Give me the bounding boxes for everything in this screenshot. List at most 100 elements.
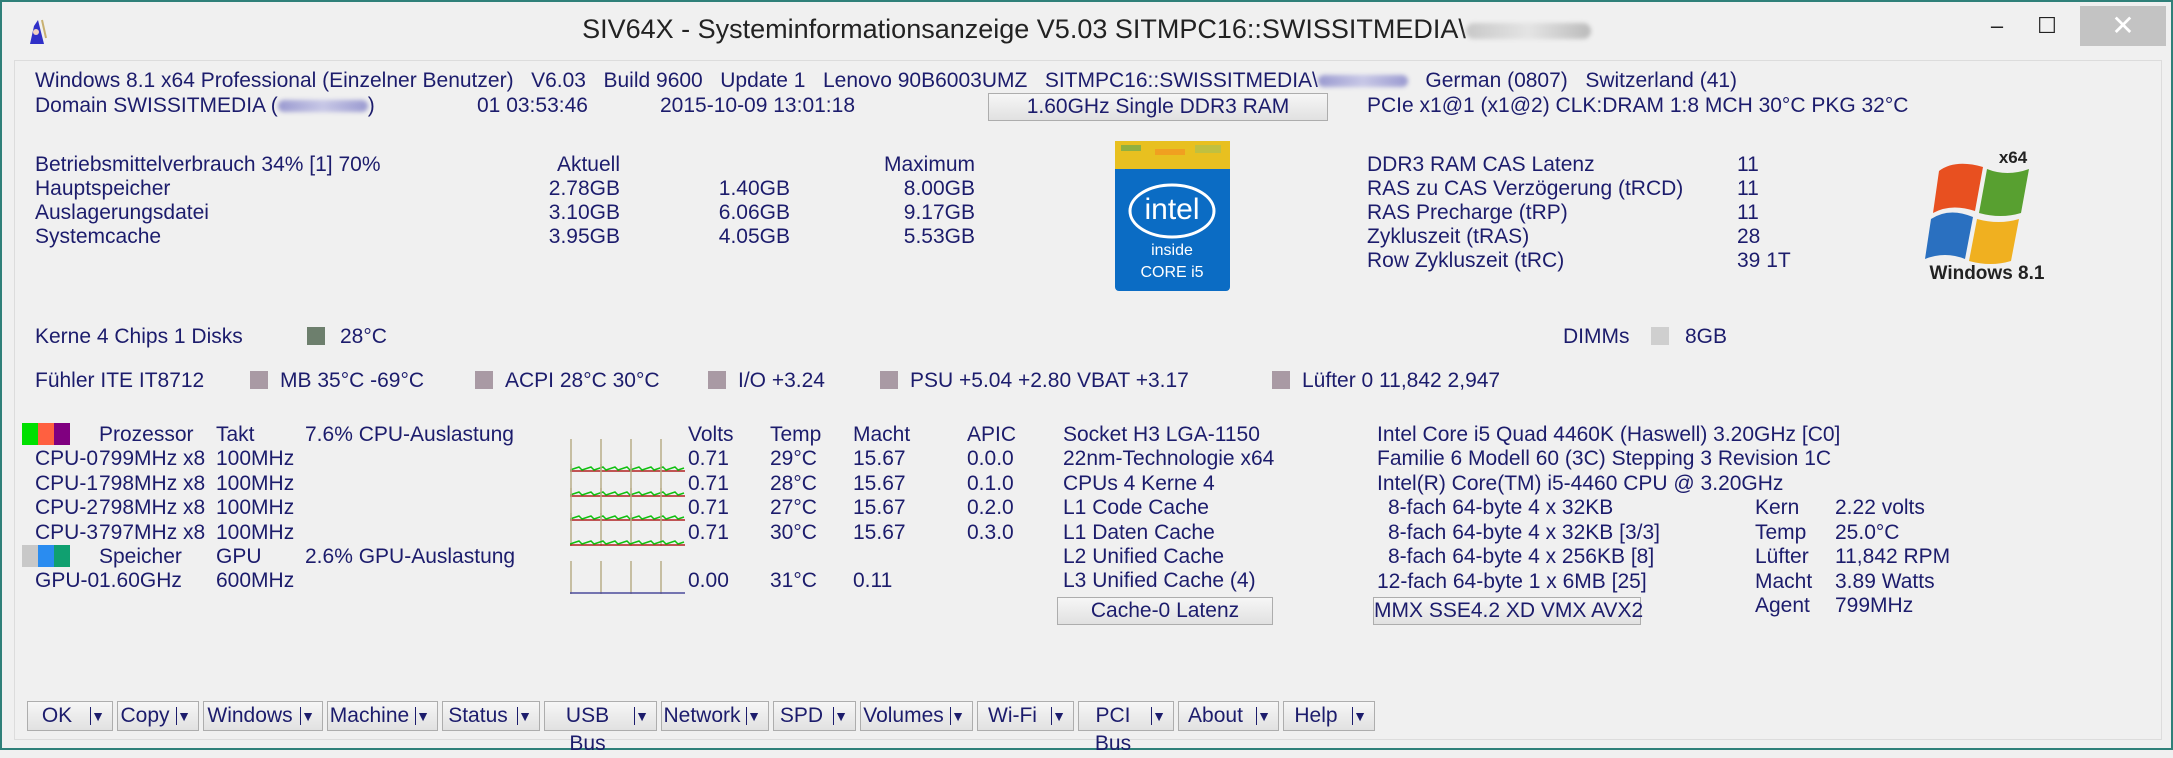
memory-current: 2.78GB bbox=[548, 177, 620, 200]
machine-model: Lenovo 90B6003UMZ bbox=[823, 69, 1028, 92]
close-button[interactable]: ✕ bbox=[2080, 6, 2166, 46]
stat-label: Temp bbox=[1755, 520, 1807, 544]
cpu-volts: 0.71 bbox=[688, 471, 729, 495]
stat-value: 799MHz bbox=[1835, 594, 1914, 617]
memory-free: 1.40GB bbox=[718, 177, 790, 200]
dropdown-arrow-icon[interactable]: ▼ bbox=[744, 702, 764, 730]
socket: Socket H3 LGA-1150 bbox=[1063, 423, 1260, 446]
sensor-swatch bbox=[475, 371, 493, 389]
stat-value: 25.0°C bbox=[1835, 520, 1900, 544]
toolbar-button-label[interactable]: About bbox=[1179, 702, 1252, 730]
toolbar-button-copy[interactable]: Copy ▼ bbox=[117, 701, 199, 731]
toolbar-button-status[interactable]: Status ▼ bbox=[442, 701, 540, 731]
toolbar-button-label[interactable]: Help bbox=[1284, 702, 1348, 730]
cpu-brand-string: Intel(R) Core(TM) i5-4460 CPU @ 3.20GHz bbox=[1377, 472, 1784, 495]
dropdown-arrow-icon[interactable]: ▼ bbox=[88, 702, 108, 730]
minimize-button[interactable]: ‒ bbox=[1972, 6, 2022, 46]
title-bar[interactable]: SIV64X - Systeminformationsanzeige V5.03… bbox=[2, 2, 2171, 60]
cache-row: 8-fach 64-byte 4 x 32KB [3/3] bbox=[1388, 520, 1660, 544]
ram-button[interactable]: 1.60GHz Single DDR3 RAM bbox=[988, 93, 1328, 121]
cpu-apic: 0.2.0 bbox=[967, 496, 1014, 519]
timing-label: RAS zu CAS Verzögerung (tRCD) bbox=[1367, 177, 1684, 200]
gpu-temp: 31°C bbox=[770, 569, 817, 592]
date-time: 2015-10-09 13:01:18 bbox=[660, 94, 855, 117]
dropdown-arrow-icon[interactable]: ▼ bbox=[831, 702, 851, 730]
cpu-power: 15.67 bbox=[853, 471, 906, 495]
toolbar-button-label[interactable]: Copy bbox=[118, 702, 172, 730]
cpu-features-button[interactable]: MMX SSE4.2 XD VMX AVX2 bbox=[1373, 597, 1643, 625]
toolbar-button-label[interactable]: SPD bbox=[774, 702, 829, 730]
dropdown-arrow-icon[interactable]: ▼ bbox=[1049, 702, 1069, 730]
toolbar-button-help[interactable]: Help ▼ bbox=[1283, 701, 1375, 731]
domain-suffix: ) bbox=[367, 94, 375, 117]
load-graph bbox=[570, 512, 685, 546]
os-update: Update 1 bbox=[720, 69, 806, 92]
memory-label: Hauptspeicher bbox=[35, 177, 171, 200]
cpu-legend-swatch bbox=[38, 423, 54, 445]
toolbar-button-spd[interactable]: SPD ▼ bbox=[773, 701, 856, 731]
intel-inside-text: inside bbox=[1151, 242, 1193, 259]
sensor-value: ACPI 28°C 30°C bbox=[505, 369, 660, 392]
sensor-chip: Fühler ITE IT8712 bbox=[35, 369, 205, 392]
header-gpu: GPU bbox=[216, 545, 262, 568]
timing-label: Zykluszeit (tRAS) bbox=[1367, 225, 1530, 248]
sensor-value: PSU +5.04 +2.80 VBAT +3.17 bbox=[910, 369, 1189, 392]
dropdown-arrow-icon[interactable]: ▼ bbox=[298, 702, 318, 730]
gpu-power: 0.11 bbox=[853, 569, 893, 592]
cache-latency-button[interactable]: Cache-0 Latenz bbox=[1057, 597, 1273, 625]
cpu-name: CPU-1 bbox=[35, 471, 99, 495]
toolbar-button-wi-fi[interactable]: Wi-Fi ▼ bbox=[977, 701, 1074, 731]
dropdown-arrow-icon[interactable]: ▼ bbox=[174, 702, 194, 730]
l3-cache: L3 Unified Cache (4) bbox=[1063, 569, 1256, 592]
toolbar-button-network[interactable]: Network ▼ bbox=[661, 701, 769, 731]
timing-label: DDR3 RAM CAS Latenz bbox=[1367, 153, 1595, 176]
disk-temp: 28°C bbox=[340, 325, 387, 348]
cpu-bus: 100MHz bbox=[216, 447, 295, 470]
dropdown-arrow-icon[interactable]: ▼ bbox=[1149, 702, 1169, 730]
header-volts: Volts bbox=[688, 423, 734, 446]
gpu-name: GPU-0 bbox=[35, 569, 100, 592]
cpu-bus: 100MHz bbox=[216, 520, 295, 544]
cpu-apic: 0.0.0 bbox=[967, 447, 1014, 470]
toolbar-button-about[interactable]: About ▼ bbox=[1178, 701, 1279, 731]
siv-window: SIV64X - Systeminformationsanzeige V5.03… bbox=[0, 0, 2173, 755]
dropdown-arrow-icon[interactable]: ▼ bbox=[632, 702, 652, 730]
os-info: Windows 8.1 x64 Professional (Einzelner … bbox=[35, 69, 1737, 93]
toolbar-button-label[interactable]: Network bbox=[662, 702, 742, 730]
l1-data-cache: L1 Daten Cache bbox=[1063, 521, 1215, 544]
toolbar-button-ok[interactable]: OK ▼ bbox=[27, 701, 113, 731]
timing-value: 28 bbox=[1737, 225, 1761, 248]
toolbar-button-label[interactable]: Wi-Fi bbox=[978, 702, 1047, 730]
cpu-volts: 0.71 bbox=[688, 447, 729, 470]
timing-value: 11 bbox=[1737, 153, 1759, 176]
windows-arch-text: x64 bbox=[1999, 148, 2028, 167]
maximize-button[interactable]: ☐ bbox=[2022, 6, 2072, 46]
header-temp: Temp bbox=[770, 423, 822, 446]
user-name: SITMPC16::SWISSITMEDIA\ bbox=[1044, 69, 1318, 92]
cpu-volts: 0.71 bbox=[688, 520, 729, 544]
toolbar-button-label[interactable]: Windows bbox=[204, 702, 296, 730]
dropdown-arrow-icon[interactable]: ▼ bbox=[948, 702, 968, 730]
toolbar-button-volumes[interactable]: Volumes ▼ bbox=[860, 701, 973, 731]
cpu-name: CPU-2 bbox=[35, 496, 99, 519]
dropdown-arrow-icon[interactable]: ▼ bbox=[413, 702, 433, 730]
toolbar-button-label[interactable]: Volumes bbox=[861, 702, 946, 730]
toolbar-button-label[interactable]: Machine bbox=[328, 702, 411, 730]
toolbar-button-label[interactable]: OK bbox=[28, 702, 86, 730]
language: German (0807) bbox=[1425, 69, 1568, 92]
stat-label: Lüfter bbox=[1755, 545, 1809, 568]
sensor-swatch bbox=[1272, 371, 1290, 389]
dropdown-arrow-icon[interactable]: ▼ bbox=[1254, 702, 1274, 730]
cpu-name: CPU-3 bbox=[35, 520, 99, 544]
main-panel: Windows 8.1 x64 Professional (Einzelner … bbox=[14, 60, 2162, 755]
window-title: SIV64X - Systeminformationsanzeige V5.03… bbox=[2, 14, 2171, 45]
toolbar-button-windows[interactable]: Windows ▼ bbox=[203, 701, 323, 731]
toolbar-button-usb-bus[interactable]: USB Bus ▼ bbox=[544, 701, 657, 755]
toolbar-button-pci-bus[interactable]: PCI Bus ▼ bbox=[1078, 701, 1174, 755]
toolbar-button-machine[interactable]: Machine ▼ bbox=[327, 701, 438, 731]
sensor-swatch bbox=[250, 371, 268, 389]
memory-label: Systemcache bbox=[35, 225, 162, 248]
dropdown-arrow-icon[interactable]: ▼ bbox=[515, 702, 535, 730]
dropdown-arrow-icon[interactable]: ▼ bbox=[1350, 702, 1370, 730]
toolbar-button-label[interactable]: Status bbox=[443, 702, 513, 730]
